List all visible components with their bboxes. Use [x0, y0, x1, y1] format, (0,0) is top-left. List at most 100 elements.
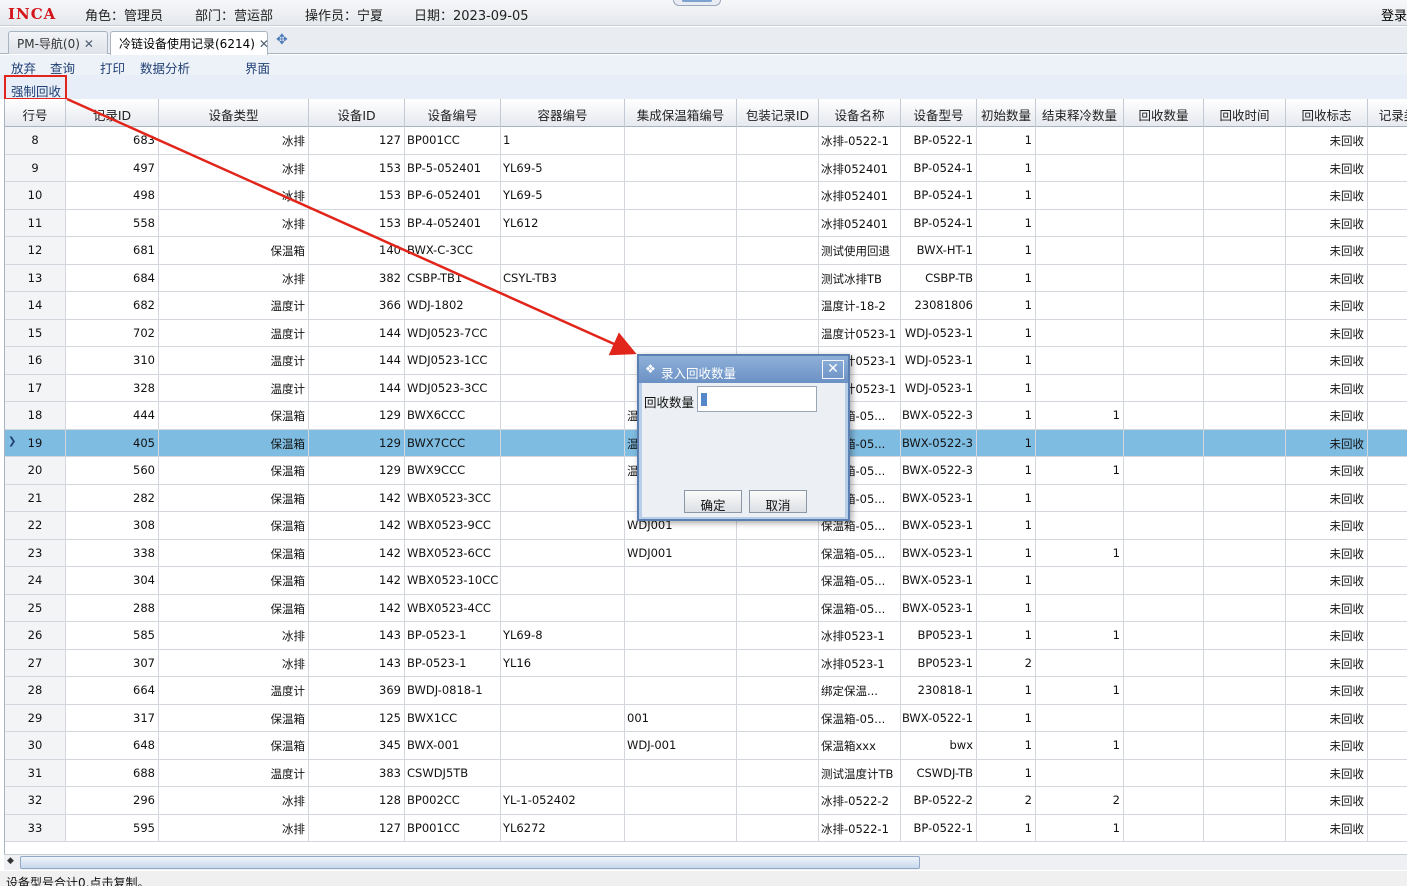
cell-container-code[interactable]	[501, 347, 625, 374]
cell-device-type[interactable]: 温度计	[159, 319, 309, 346]
cell-record-type[interactable]	[1368, 705, 1407, 732]
cell-integrated-box-code[interactable]	[625, 649, 737, 676]
cell-record-type[interactable]	[1368, 155, 1407, 182]
cell-device-type[interactable]: 保温箱	[159, 237, 309, 264]
cell-device-type[interactable]: 冰排	[159, 182, 309, 209]
cell-device-type[interactable]: 冰排	[159, 649, 309, 676]
cell-device-name[interactable]: 保温箱xxx	[819, 732, 901, 759]
cell-recall-qty[interactable]	[1124, 237, 1204, 264]
cell-end-release-qty[interactable]	[1036, 237, 1124, 264]
cell-device-id[interactable]: 382	[309, 264, 405, 291]
cell-recall-qty[interactable]	[1124, 347, 1204, 374]
cell-container-code[interactable]	[501, 759, 625, 786]
cell-integrated-box-code[interactable]	[625, 154, 737, 181]
cell-recall-flag[interactable]: 未回收	[1286, 374, 1368, 401]
cell-recall-qty[interactable]	[1124, 154, 1204, 181]
cell-container-code[interactable]	[501, 402, 625, 429]
cell-packing-record-id[interactable]	[737, 649, 819, 676]
cell-recall-flag[interactable]: 未回收	[1286, 649, 1368, 676]
cell-device-model[interactable]: BP-0522-2	[901, 787, 977, 814]
cell-device-id[interactable]: 366	[309, 292, 405, 319]
column-header-end-release-qty[interactable]: 结束释冷数量	[1036, 99, 1124, 127]
tab-cold-chain-records[interactable]: 冷链设备使用记录(6214) ✕	[110, 31, 269, 55]
cell-device-code[interactable]: WDJ-1802	[405, 292, 501, 319]
cell-packing-record-id[interactable]	[737, 677, 819, 704]
cell-recall-qty[interactable]	[1124, 292, 1204, 319]
cell-integrated-box-code[interactable]: WDJ001	[625, 539, 737, 566]
cell-device-name[interactable]: 保温箱-05...	[819, 539, 901, 566]
cell-recall-time[interactable]	[1204, 347, 1286, 374]
cell-packing-record-id[interactable]	[737, 539, 819, 566]
column-header-recall-flag[interactable]: 回收标志	[1286, 99, 1368, 127]
cell-recall-qty[interactable]	[1124, 402, 1204, 429]
status-text[interactable]: 设备型号合计0,点击复制。	[6, 874, 149, 886]
table-row[interactable]: 10 498 冰排 153 BP-6-052401 YL69-5 冰排052401 BP-05…	[5, 182, 1407, 210]
cell-end-release-qty[interactable]	[1036, 649, 1124, 676]
cell-recall-flag[interactable]: 未回收	[1286, 732, 1368, 759]
cell-end-release-qty[interactable]: 1	[1036, 622, 1124, 649]
table-row[interactable]: 29 317 保温箱 125 BWX1CC 001 保温箱-05... BWX-0522-1 1…	[5, 704, 1407, 732]
cell-device-type[interactable]: 冰排	[159, 622, 309, 649]
cell-container-code[interactable]: CSYL-TB3	[501, 264, 625, 291]
cell-recall-flag[interactable]: 未回收	[1286, 814, 1368, 841]
cell-device-code[interactable]: BWX1CC	[405, 704, 501, 731]
cell-integrated-box-code[interactable]	[625, 209, 737, 236]
close-icon[interactable]: ✕	[84, 37, 94, 51]
cell-recall-flag[interactable]: 未回收	[1286, 237, 1368, 264]
cell-recall-time[interactable]	[1204, 154, 1286, 181]
cancel-button[interactable]: 取消	[749, 490, 807, 513]
cell-recall-qty[interactable]	[1124, 814, 1204, 841]
cell-device-type[interactable]: 保温箱	[159, 567, 309, 594]
cell-device-model[interactable]: bwx	[901, 732, 977, 759]
cell-recall-time[interactable]	[1204, 484, 1286, 511]
cell-device-id[interactable]: 142	[309, 594, 405, 621]
cell-row-number[interactable]: 17	[5, 374, 66, 401]
cell-initial-qty[interactable]: 1	[977, 347, 1036, 374]
table-row[interactable]: 12 681 保温箱 140 BWX-C-3CC 测试使用回退 BWX-HT-1 1 未回收	[5, 237, 1407, 265]
cell-device-model[interactable]: BP0523-1	[901, 622, 977, 649]
cell-packing-record-id[interactable]	[737, 787, 819, 814]
cell-recall-time[interactable]	[1204, 264, 1286, 291]
cell-record-id[interactable]: 702	[66, 319, 159, 346]
column-header-device-id[interactable]: 设备ID	[309, 99, 405, 127]
cell-recall-time[interactable]	[1204, 374, 1286, 401]
cell-record-type[interactable]	[1368, 210, 1407, 237]
cell-device-id[interactable]: 153	[309, 209, 405, 236]
cell-initial-qty[interactable]: 1	[977, 457, 1036, 484]
cell-initial-qty[interactable]: 1	[977, 732, 1036, 759]
cell-recall-flag[interactable]: 未回收	[1286, 704, 1368, 731]
cell-recall-time[interactable]	[1204, 319, 1286, 346]
cell-device-id[interactable]: 128	[309, 787, 405, 814]
cell-device-name[interactable]: 冰排052401	[819, 209, 901, 236]
cell-record-type[interactable]	[1368, 457, 1407, 484]
table-row[interactable]: 9 497 冰排 153 BP-5-052401 YL69-5 冰排052401 BP-052…	[5, 154, 1407, 182]
cell-container-code[interactable]	[501, 594, 625, 621]
cell-container-code[interactable]	[501, 429, 625, 456]
cell-recall-qty[interactable]	[1124, 127, 1204, 154]
cell-container-code[interactable]	[501, 732, 625, 759]
cell-recall-flag[interactable]: 未回收	[1286, 429, 1368, 456]
cell-record-id[interactable]: 688	[66, 759, 159, 786]
cell-record-id[interactable]: 444	[66, 402, 159, 429]
cell-row-number[interactable]: 30	[5, 732, 66, 759]
cell-record-id[interactable]: 595	[66, 814, 159, 841]
cell-recall-flag[interactable]: 未回收	[1286, 127, 1368, 154]
cell-end-release-qty[interactable]	[1036, 127, 1124, 154]
cell-device-model[interactable]: BWX-0523-1	[901, 484, 977, 511]
cell-device-name[interactable]: 测试使用回退	[819, 237, 901, 264]
cell-container-code[interactable]	[501, 539, 625, 566]
cell-initial-qty[interactable]: 2	[977, 787, 1036, 814]
cell-record-id[interactable]: 328	[66, 374, 159, 401]
cell-device-code[interactable]: WBX0523-10CC	[405, 567, 501, 594]
tab-pm-nav[interactable]: PM-导航(0) ✕	[8, 31, 108, 54]
cell-recall-qty[interactable]	[1124, 209, 1204, 236]
cell-device-id[interactable]: 345	[309, 732, 405, 759]
cell-device-model[interactable]: WDJ-0523-1	[901, 347, 977, 374]
cell-recall-qty[interactable]	[1124, 264, 1204, 291]
cell-container-code[interactable]: YL-1-052402	[501, 787, 625, 814]
cell-device-id[interactable]: 129	[309, 457, 405, 484]
cell-recall-qty[interactable]	[1124, 649, 1204, 676]
cell-device-code[interactable]: WBX0523-3CC	[405, 484, 501, 511]
cell-row-number[interactable]: 24	[5, 567, 66, 594]
column-header-initial-qty[interactable]: 初始数量	[977, 99, 1036, 127]
